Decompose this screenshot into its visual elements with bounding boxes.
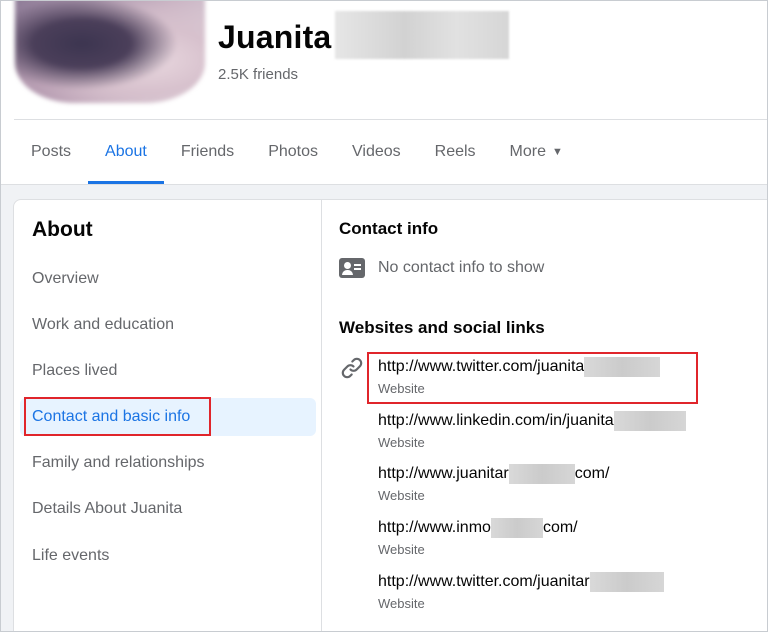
contact-card-icon <box>339 258 365 278</box>
tab-friends[interactable]: Friends <box>164 120 251 184</box>
website-link[interactable]: http://www.linkedin.com/in/juanita <box>378 411 686 431</box>
sidebar-item-details[interactable]: Details About Juanita <box>20 490 316 528</box>
sidebar-item-label: Family and relationships <box>32 454 205 471</box>
tab-label: More <box>509 143 546 160</box>
sidebar-item-label: Overview <box>32 270 99 287</box>
website-link[interactable]: http://www.twitter.com/juanitar <box>378 572 664 592</box>
website-item: http://www.twitter.com/juanita Website <box>378 357 661 396</box>
tab-label: Photos <box>268 143 318 160</box>
website-type-label: Website <box>378 596 425 611</box>
profile-tabs: Posts About Friends Photos Videos Reels … <box>14 120 580 184</box>
sidebar-item-overview[interactable]: Overview <box>20 260 316 298</box>
about-card: About Overview Work and education Places… <box>13 199 767 631</box>
profile-name: Juanita <box>218 19 332 55</box>
website-url-text: http://www.inmo <box>378 519 491 537</box>
website-item: http://www.juanitar com/ Website <box>378 464 609 503</box>
contact-info-title: Contact info <box>339 219 439 238</box>
tab-videos[interactable]: Videos <box>335 120 418 184</box>
sidebar-item-label: Life events <box>32 547 110 564</box>
friends-count[interactable]: 2.5K friends <box>218 66 298 83</box>
website-url-text: http://www.twitter.com/juanita <box>378 358 585 376</box>
website-link[interactable]: http://www.twitter.com/juanita <box>378 357 661 377</box>
about-title: About <box>32 218 93 241</box>
caret-down-icon: ▼ <box>552 146 563 158</box>
sidebar-item-label: Work and education <box>32 316 175 333</box>
tab-label: Videos <box>352 143 401 160</box>
website-type-label: Website <box>378 381 425 396</box>
website-url-text: http://www.twitter.com/juanitar <box>378 573 590 591</box>
sidebar-item-contact-basic-info[interactable]: Contact and basic info <box>20 398 316 436</box>
tab-label: About <box>105 143 147 160</box>
sidebar-item-places-lived[interactable]: Places lived <box>20 352 316 390</box>
website-url-text: http://www.linkedin.com/in/juanita <box>378 412 614 430</box>
profile-page: Juanita 2.5K friends Posts About Friends… <box>0 0 768 632</box>
contact-info-row: No contact info to show <box>339 258 544 278</box>
website-link[interactable]: http://www.inmo com/ <box>378 518 578 538</box>
websites-title: Websites and social links <box>339 318 545 337</box>
redacted-text <box>508 464 575 484</box>
redacted-text <box>613 411 686 431</box>
sidebar-item-work-education[interactable]: Work and education <box>20 306 316 344</box>
website-type-label: Website <box>378 435 425 450</box>
no-contact-text: No contact info to show <box>378 259 545 276</box>
sidebar-item-life-events[interactable]: Life events <box>20 537 316 575</box>
website-type-label: Website <box>378 488 425 503</box>
sidebar-item-family-relationships[interactable]: Family and relationships <box>20 444 316 482</box>
redacted-text <box>490 518 543 538</box>
tab-posts[interactable]: Posts <box>14 120 88 184</box>
redacted-text <box>589 572 664 592</box>
redacted-surname <box>335 11 509 59</box>
sidebar-item-label: Details About Juanita <box>32 500 183 517</box>
website-item: http://www.inmo com/ Website <box>378 518 578 557</box>
website-link[interactable]: http://www.juanitar com/ <box>378 464 609 484</box>
website-type-label: Website <box>378 542 425 557</box>
website-item: http://www.linkedin.com/in/juanita Websi… <box>378 411 686 450</box>
tab-label: Posts <box>31 143 72 160</box>
profile-header: Juanita 2.5K friends Posts About Friends… <box>1 1 767 185</box>
tab-about[interactable]: About <box>88 120 164 184</box>
tab-more[interactable]: More ▼ <box>493 120 580 184</box>
website-url-suffix: com/ <box>574 465 610 483</box>
website-item: http://www.twitter.com/juanitar Website <box>378 572 664 611</box>
website-url-suffix: com/ <box>542 519 578 537</box>
profile-avatar[interactable] <box>15 1 205 103</box>
website-url-text: http://www.juanitar <box>378 465 509 483</box>
tab-label: Reels <box>434 143 476 160</box>
tab-photos[interactable]: Photos <box>251 120 335 184</box>
sidebar-divider <box>321 200 322 631</box>
tab-reels[interactable]: Reels <box>418 120 493 184</box>
link-icon <box>341 357 363 379</box>
sidebar-item-label: Contact and basic info <box>32 408 191 425</box>
redacted-text <box>584 357 661 377</box>
tab-label: Friends <box>180 143 235 160</box>
sidebar-item-label: Places lived <box>32 362 118 379</box>
